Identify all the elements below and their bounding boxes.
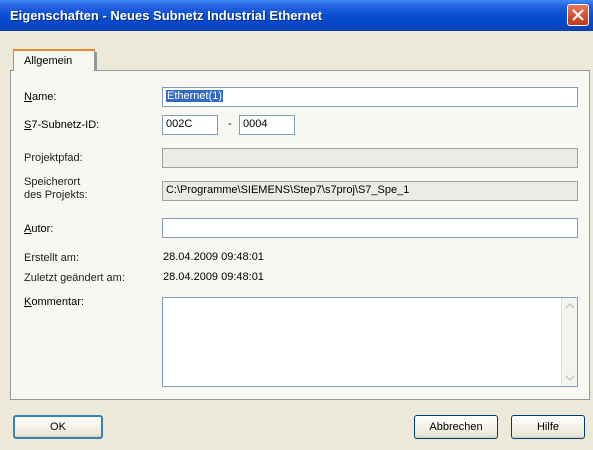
comment-scrollbar[interactable] [561,298,577,386]
cancel-button[interactable]: Abbrechen [414,415,498,439]
scroll-down-button[interactable] [563,371,577,385]
chevron-down-icon [565,375,575,382]
close-button[interactable] [567,4,589,26]
tab-allgemein[interactable]: Allgemein [13,49,95,71]
project-path-label: Projektpfad: [24,152,83,164]
name-input[interactable]: Ethernet(1) [162,87,578,107]
subnet-id-part2-input[interactable]: 0004 [239,115,295,135]
created-value: 28.04.2009 09:48:01 [163,251,264,263]
modified-value: 28.04.2009 09:48:01 [163,271,264,283]
title-bar[interactable]: Eigenschaften - Neues Subnetz Industrial… [0,0,593,31]
author-label: Autor: [24,223,54,235]
scroll-up-button[interactable] [563,299,577,313]
modified-label: Zuletzt geändert am: [24,272,125,284]
chevron-up-icon [565,302,575,309]
comment-label: Kommentar: [24,296,84,308]
project-path-field [162,148,578,168]
help-button[interactable]: Hilfe [511,415,585,439]
subnet-id-label: S7-Subnetz-ID: [24,119,100,131]
tab-divider [95,52,97,71]
close-x-icon [572,9,584,21]
subnet-id-separator: - [228,118,232,130]
created-label: Erstellt am: [24,252,80,264]
name-value: Ethernet(1) [166,90,224,102]
comment-textarea[interactable] [162,297,578,387]
tab-allgemein-label: Allgemein [24,55,73,67]
subnet-id-part1-input[interactable]: 002C [162,115,218,135]
storage-location-label: Speicherort des Projekts: [24,176,88,201]
author-input[interactable] [162,218,578,238]
ok-button[interactable]: OK [13,415,103,439]
storage-location-field: C:\Programme\SIEMENS\Step7\s7proj\S7_Spe… [162,181,578,201]
window-title: Eigenschaften - Neues Subnetz Industrial… [10,8,323,23]
name-label: Name: [24,91,57,103]
